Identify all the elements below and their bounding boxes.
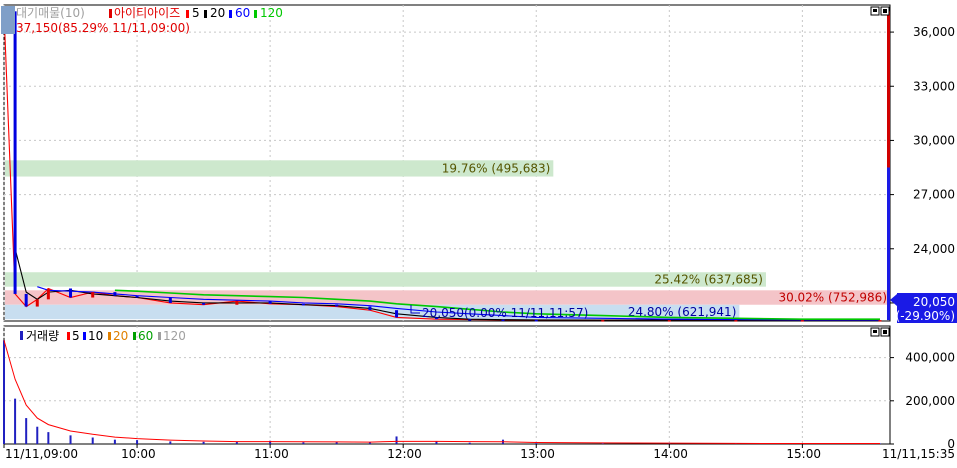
volume-bar (396, 436, 398, 444)
day-range-down-bar (887, 168, 890, 321)
price-tick-label: 33,000 (913, 79, 955, 93)
volume-legend-ma120[interactable]: 120 (163, 329, 186, 343)
volume-bar (36, 427, 38, 444)
candle (302, 304, 305, 306)
candle (368, 307, 371, 311)
legend-ma60[interactable]: 60 (235, 6, 250, 20)
supply-band-label: 30.02% (752,986) (778, 291, 887, 305)
price-tick-label: 36,000 (913, 25, 955, 39)
time-tick-label: 14:00 (653, 447, 688, 461)
panel-toggle-icon[interactable] (1, 6, 15, 34)
candle (335, 305, 338, 307)
candle-legend-icon (109, 9, 112, 18)
volume-tick-label: 400,000 (905, 351, 955, 365)
supply-band-label: 25.42% (637,685) (654, 272, 763, 286)
ma5-legend-icon (186, 10, 189, 18)
candle (395, 310, 398, 317)
candle (734, 320, 737, 322)
time-tick-label: 11:00 (254, 447, 289, 461)
current-price-change: (-29.90%) (896, 309, 955, 323)
stock-chart: 19.76% (495,683) 25.42% (637,685) 30.02% (… (0, 0, 957, 464)
candle (47, 288, 50, 299)
volume-bar (535, 443, 537, 444)
volume-legend-ma60[interactable]: 60 (138, 329, 153, 343)
candle (91, 292, 94, 297)
volume-legend-ma10[interactable]: 10 (88, 329, 103, 343)
volume-bar (169, 441, 171, 444)
volume-legend-name[interactable]: 거래량 (26, 329, 59, 343)
time-tick-label: 13:00 (520, 447, 555, 461)
time-tick-label: 12:00 (387, 447, 422, 461)
volume-bar (369, 442, 371, 444)
legend-stock-name[interactable]: 아이티아이즈 (114, 6, 180, 20)
price-tick-label: 30,000 (913, 133, 955, 147)
candle (69, 288, 72, 297)
candle (169, 298, 172, 303)
time-tick-label: 15:00 (786, 447, 821, 461)
legend-prefix: 대기매물(10) (16, 6, 85, 20)
candle (668, 320, 671, 322)
time-tick-label: 10:00 (121, 447, 156, 461)
day-range-up-bar (887, 11, 890, 167)
volume-tick-label: 200,000 (905, 394, 955, 408)
low-price-annotation: 20,050(0.00% 11/11,11:57) (411, 305, 588, 320)
ma120-legend-icon (254, 10, 257, 18)
candle (269, 301, 272, 304)
supply-band (5, 272, 766, 286)
low-price-label: 20,050(0.00% 11/11,11:57) (422, 306, 588, 320)
price-tick-label: 24,000 (913, 242, 955, 256)
legend-ma120[interactable]: 120 (260, 6, 283, 20)
volume-bar (3, 340, 5, 444)
candle (601, 320, 604, 322)
ma20-legend-icon (204, 10, 207, 18)
volume-bar (70, 435, 72, 444)
volume-legend-ma20[interactable]: 20 (113, 329, 128, 343)
chart-canvas: 19.76% (495,683) 25.42% (637,685) 30.02% (… (0, 0, 957, 464)
candle (36, 299, 39, 306)
volume-bar (602, 443, 604, 444)
volume-bar (92, 438, 94, 444)
candle (235, 301, 238, 305)
legend-ma5[interactable]: 5 (192, 6, 200, 20)
high-price-label: 37,150(85.29% 11/11,09:00) (16, 21, 190, 35)
candle (535, 320, 538, 322)
volume-bar (47, 432, 49, 444)
volume-bar (114, 440, 116, 444)
time-tick-label: 11/11,09:00 (5, 447, 78, 461)
candle (14, 11, 17, 294)
candle (879, 320, 882, 322)
volume-bar (136, 440, 138, 444)
price-tick-label: 27,000 (913, 188, 955, 202)
candle (113, 292, 116, 296)
volume-bar (14, 399, 16, 444)
time-end-label: 11/11,15:35 (882, 447, 955, 461)
legend-ma20[interactable]: 20 (210, 6, 225, 20)
candle (202, 303, 205, 305)
supply-band-label: 19.76% (495,683) (442, 161, 551, 175)
ma60-legend-icon (229, 10, 232, 18)
candle (136, 296, 139, 298)
volume-bar (236, 442, 238, 444)
candle (801, 320, 804, 322)
volume-bar (25, 418, 27, 444)
current-price-badge: 20,050 (-29.90%) (890, 293, 957, 323)
volume-bar (469, 443, 471, 444)
candle (25, 294, 28, 307)
volume-bar (302, 442, 304, 444)
volume-legend-ma5[interactable]: 5 (72, 329, 80, 343)
volume-legend-icon (20, 331, 23, 340)
volume-bar (203, 442, 205, 444)
current-price-value: 20,050 (913, 295, 955, 309)
